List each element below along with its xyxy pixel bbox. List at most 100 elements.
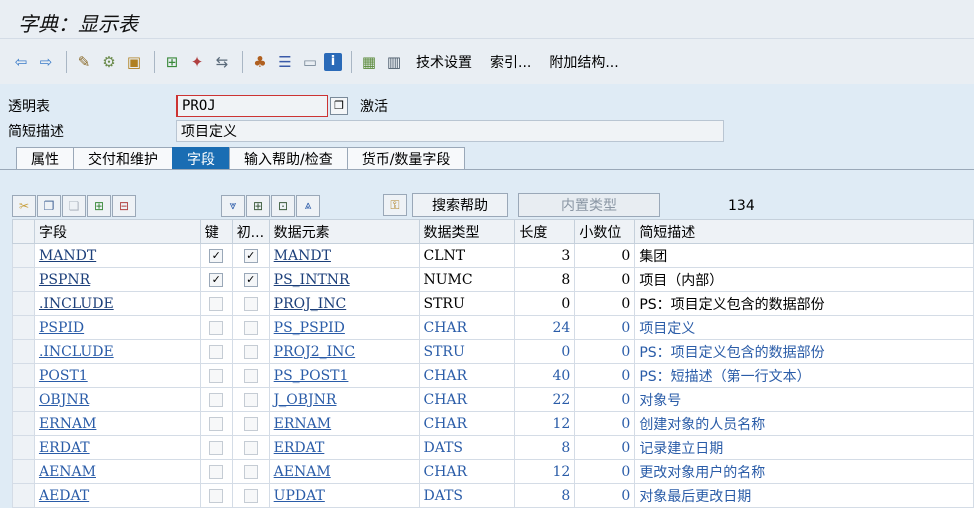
key-checkbox-cell[interactable] bbox=[199, 483, 233, 508]
key-checkbox-cell[interactable] bbox=[199, 387, 233, 412]
expand-icon[interactable]: ⊞ bbox=[246, 194, 270, 217]
data-element-cell[interactable]: PS_PSPID bbox=[268, 315, 420, 340]
row-selector[interactable] bbox=[12, 483, 35, 508]
other-object-icon[interactable]: ✎ bbox=[73, 51, 95, 73]
object-list-icon[interactable]: ▭ bbox=[299, 51, 321, 73]
col-header-data-element[interactable]: 数据元素 bbox=[268, 219, 420, 244]
init-checkbox-cell[interactable] bbox=[231, 459, 270, 484]
init-checkbox-cell[interactable] bbox=[231, 387, 270, 412]
tab-fields[interactable]: 字段 bbox=[172, 147, 230, 169]
row-selector[interactable] bbox=[12, 315, 35, 340]
table-row[interactable]: .INCLUDE PROJ_INC STRU 0 0 PS：项目定义包含的数据部份 bbox=[12, 291, 974, 316]
key-checkbox-cell[interactable] bbox=[199, 315, 233, 340]
tab-attributes[interactable]: 属性 bbox=[16, 147, 74, 169]
field-name-cell[interactable]: ERDAT bbox=[33, 435, 201, 460]
row-selector[interactable] bbox=[12, 459, 35, 484]
cut-icon[interactable]: ✂ bbox=[12, 194, 36, 217]
init-checkbox-cell[interactable]: ✓ bbox=[231, 267, 270, 292]
data-element-cell[interactable]: PS_INTNR bbox=[268, 267, 420, 292]
col-header-data-type[interactable]: 数据类型 bbox=[418, 219, 516, 244]
col-header-key[interactable]: 键 bbox=[199, 219, 233, 244]
key-checkbox-cell[interactable]: ✓ bbox=[199, 243, 233, 268]
col-header-decimals[interactable]: 小数位 bbox=[574, 219, 636, 244]
init-checkbox-cell[interactable] bbox=[231, 435, 270, 460]
data-element-cell[interactable]: PS_POST1 bbox=[268, 363, 420, 388]
index-button[interactable]: 索引... bbox=[490, 52, 531, 72]
sort-down-icon[interactable]: ⩔ bbox=[221, 194, 245, 217]
init-checkbox-cell[interactable] bbox=[231, 483, 270, 508]
search-help-icon[interactable]: ⚿ bbox=[383, 194, 407, 216]
field-name-cell[interactable]: POST1 bbox=[33, 363, 201, 388]
table-row[interactable]: ERNAM ERNAM CHAR 12 0 创建对象的人员名称 bbox=[12, 411, 974, 436]
key-checkbox-cell[interactable] bbox=[199, 435, 233, 460]
key-checkbox-cell[interactable] bbox=[199, 291, 233, 316]
init-checkbox-cell[interactable] bbox=[231, 339, 270, 364]
key-checkbox-cell[interactable]: ✓ bbox=[199, 267, 233, 292]
copy-row-icon[interactable]: ❐ bbox=[37, 194, 61, 217]
table-row[interactable]: .INCLUDE PROJ2_INC STRU 0 0 PS：项目定义包含的数据部份 bbox=[12, 339, 974, 364]
collapse-icon[interactable]: ⊡ bbox=[271, 194, 295, 217]
key-checkbox-cell[interactable] bbox=[199, 339, 233, 364]
data-element-cell[interactable]: PROJ2_INC bbox=[268, 339, 420, 364]
grid-icon[interactable]: ▦ bbox=[358, 51, 380, 73]
field-name-cell[interactable]: OBJNR bbox=[33, 387, 201, 412]
insert-row-icon[interactable]: ⊞ bbox=[87, 194, 111, 217]
init-checkbox-cell[interactable] bbox=[231, 411, 270, 436]
tech-settings-button[interactable]: 技术设置 bbox=[416, 52, 472, 72]
tab-input-help-check[interactable]: 输入帮助/检查 bbox=[229, 147, 348, 169]
data-element-cell[interactable]: MANDT bbox=[268, 243, 420, 268]
table-row[interactable]: AENAM AENAM CHAR 12 0 更改对象用户的名称 bbox=[12, 459, 974, 484]
row-selector[interactable] bbox=[12, 339, 35, 364]
field-name-cell[interactable]: AENAM bbox=[33, 459, 201, 484]
back-icon[interactable]: ⇦ bbox=[10, 51, 32, 73]
delete-row-icon[interactable]: ⊟ bbox=[112, 194, 136, 217]
forward-icon[interactable]: ⇨ bbox=[35, 51, 57, 73]
table-row[interactable]: MANDT ✓ ✓ MANDT CLNT 3 0 集团 bbox=[12, 243, 974, 268]
transport-icon[interactable]: ⇆ bbox=[211, 51, 233, 73]
table-name-field[interactable]: PROJ bbox=[176, 94, 328, 117]
row-selector[interactable] bbox=[12, 411, 35, 436]
data-element-cell[interactable]: J_OBJNR bbox=[268, 387, 420, 412]
data-element-cell[interactable]: AENAM bbox=[268, 459, 420, 484]
data-element-cell[interactable]: ERNAM bbox=[268, 411, 420, 436]
field-name-cell[interactable]: ERNAM bbox=[33, 411, 201, 436]
sort-up-icon[interactable]: ⩓ bbox=[296, 194, 320, 217]
table-row[interactable]: PSPNR ✓ ✓ PS_INTNR NUMC 8 0 项目（内部） bbox=[12, 267, 974, 292]
key-checkbox-cell[interactable] bbox=[199, 411, 233, 436]
append-structure-button[interactable]: 附加结构... bbox=[549, 52, 618, 72]
select-all-header[interactable] bbox=[12, 219, 35, 244]
col-header-description[interactable]: 简短描述 bbox=[634, 219, 974, 244]
table-row[interactable]: PSPID PS_PSPID CHAR 24 0 项目定义 bbox=[12, 315, 974, 340]
init-checkbox-cell[interactable] bbox=[231, 363, 270, 388]
row-selector[interactable] bbox=[12, 363, 35, 388]
table-row[interactable]: OBJNR J_OBJNR CHAR 22 0 对象号 bbox=[12, 387, 974, 412]
table-row[interactable]: AEDAT UPDAT DATS 8 0 对象最后更改日期 bbox=[12, 483, 974, 508]
row-selector[interactable] bbox=[12, 243, 35, 268]
info-icon[interactable]: i bbox=[324, 52, 342, 71]
col-header-field[interactable]: 字段 bbox=[33, 219, 201, 244]
tab-currency-quantity[interactable]: 货币/数量字段 bbox=[346, 147, 466, 169]
field-name-cell[interactable]: .INCLUDE bbox=[33, 291, 201, 316]
table-row[interactable]: ERDAT ERDAT DATS 8 0 记录建立日期 bbox=[12, 435, 974, 460]
init-checkbox-cell[interactable]: ✓ bbox=[231, 243, 270, 268]
check-icon[interactable]: ✦ bbox=[186, 51, 208, 73]
builtin-type-button[interactable]: 内置类型 bbox=[518, 193, 660, 217]
description-field[interactable]: 项目定义 bbox=[176, 119, 724, 142]
key-checkbox-cell[interactable] bbox=[199, 459, 233, 484]
row-selector[interactable] bbox=[12, 387, 35, 412]
data-element-cell[interactable]: UPDAT bbox=[268, 483, 420, 508]
init-checkbox-cell[interactable] bbox=[231, 291, 270, 316]
field-name-cell[interactable]: .INCLUDE bbox=[33, 339, 201, 364]
row-selector[interactable] bbox=[12, 267, 35, 292]
data-element-cell[interactable]: ERDAT bbox=[268, 435, 420, 460]
col-header-length[interactable]: 长度 bbox=[514, 219, 576, 244]
where-used-icon[interactable]: ⊞ bbox=[161, 51, 183, 73]
activate-icon[interactable]: ▣ bbox=[123, 51, 145, 73]
field-name-cell[interactable]: MANDT bbox=[33, 243, 201, 268]
init-checkbox-cell[interactable] bbox=[231, 315, 270, 340]
data-element-cell[interactable]: PROJ_INC bbox=[268, 291, 420, 316]
field-name-cell[interactable]: PSPNR bbox=[33, 267, 201, 292]
paste-icon[interactable]: ❏ bbox=[62, 194, 86, 217]
layout-icon[interactable]: ☰ bbox=[274, 51, 296, 73]
hierarchy-icon[interactable]: ♣ bbox=[249, 51, 271, 73]
